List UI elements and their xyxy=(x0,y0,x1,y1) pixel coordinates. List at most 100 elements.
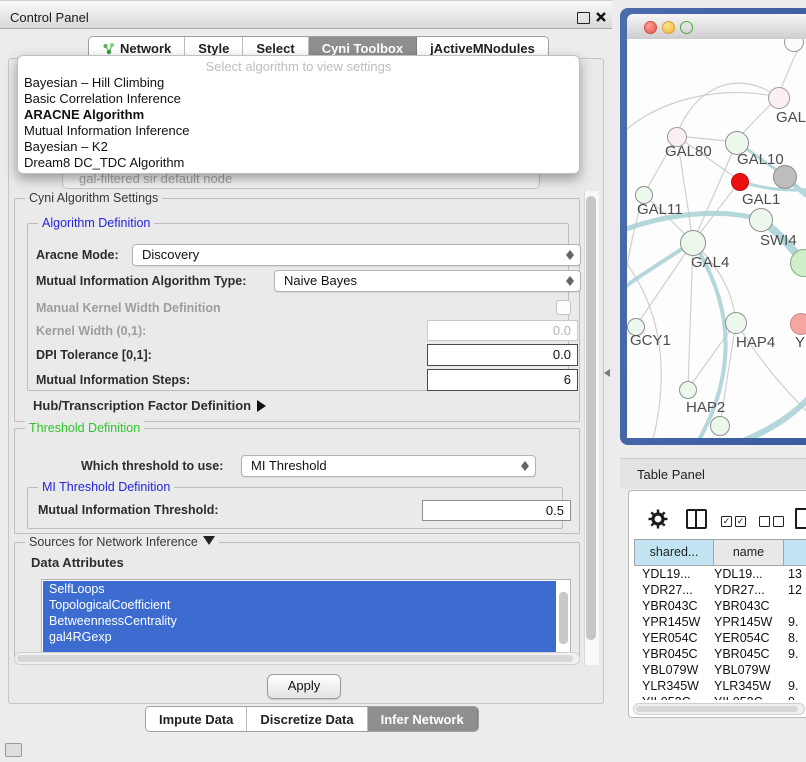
table-row[interactable]: YDR27...YDR27...12 xyxy=(629,582,806,598)
column-header-shared-name[interactable]: shared... xyxy=(634,539,714,566)
tab-infer-network[interactable]: Infer Network xyxy=(368,707,478,731)
table-rows: YDL19...YDL19...13 YDR27...YDR27...12 YB… xyxy=(629,566,806,700)
aracne-mode-combo[interactable]: Discovery xyxy=(132,244,581,266)
algorithm-dropdown-popup: Select algorithm to view settings Bayesi… xyxy=(17,55,580,174)
tab-label: Infer Network xyxy=(381,712,464,727)
algorithm-option-selected[interactable]: ARACNE Algorithm xyxy=(22,107,574,123)
mi-threshold-value: 0.5 xyxy=(546,503,564,518)
table-row[interactable]: YLR345WYLR345W9. xyxy=(629,678,806,694)
group-title: Threshold Definition xyxy=(25,421,144,435)
traffic-light-minimize-icon[interactable] xyxy=(662,21,675,34)
expanded-arrow-icon[interactable] xyxy=(203,536,215,545)
table-panel-title: Table Panel xyxy=(637,467,705,482)
table-row[interactable]: YBR045CYBR045C9. xyxy=(629,646,806,662)
network-node-gal1[interactable] xyxy=(731,173,749,191)
tab-discretize-data[interactable]: Discretize Data xyxy=(247,707,367,731)
column-header-name[interactable]: name xyxy=(713,539,784,566)
which-threshold-combo[interactable]: MI Threshold xyxy=(241,455,536,477)
list-vscrollbar-thumb[interactable] xyxy=(559,592,568,644)
settings-vscrollbar-thumb[interactable] xyxy=(586,196,596,640)
tab-label: Style xyxy=(198,41,229,56)
stepper-icon xyxy=(564,245,575,265)
network-node-swi4[interactable] xyxy=(749,208,773,232)
kernel-width-input[interactable]: 0.0 xyxy=(427,320,578,341)
tab-label: Discretize Data xyxy=(260,712,353,727)
network-node[interactable] xyxy=(710,416,730,436)
algorithm-option[interactable]: Bayesian – Hill Climbing xyxy=(22,75,574,91)
gear-icon[interactable] xyxy=(648,509,668,529)
tab-label: Select xyxy=(256,41,294,56)
network-node-hap2[interactable] xyxy=(679,381,697,399)
dpi-tolerance-input[interactable]: 0.0 xyxy=(427,344,578,366)
node-label: GAL xyxy=(776,109,806,126)
stepper-icon xyxy=(564,271,575,291)
network-canvas[interactable]: GAL GAL80 GAL10 GAL1 GAL11 SWI4 GAL4 GCY… xyxy=(627,39,806,438)
traffic-light-close-icon[interactable] xyxy=(644,21,657,34)
float-window-icon[interactable] xyxy=(577,12,590,24)
table-row[interactable]: YPR145WYPR145W9. xyxy=(629,614,806,630)
dpi-tolerance-value: 0.0 xyxy=(553,347,571,362)
algorithm-option[interactable]: Basic Correlation Inference xyxy=(22,91,574,107)
tab-label: Cyni Toolbox xyxy=(322,41,403,56)
which-threshold-label: Which threshold to use: xyxy=(81,459,223,473)
threshold-definition-group: Threshold Definition Which threshold to … xyxy=(14,428,580,534)
network-node[interactable] xyxy=(773,165,797,189)
aracne-mode-value: Discovery xyxy=(142,247,199,262)
export-table-icon[interactable] xyxy=(795,508,806,529)
close-icon[interactable] xyxy=(595,11,607,23)
attribute-item-selected[interactable]: BetweennessCentrality xyxy=(43,613,556,629)
split-view-icon[interactable] xyxy=(686,509,707,529)
window-grip-icon[interactable] xyxy=(5,743,22,757)
dpi-tolerance-label: DPI Tolerance [0,1]: xyxy=(36,348,152,362)
table-hscrollbar-track[interactable] xyxy=(633,703,805,715)
settings-hscrollbar-thumb[interactable] xyxy=(17,655,573,662)
node-label: HAP2 xyxy=(686,399,725,416)
algorithm-definition-group: Algorithm Definition Aracne Mode: Discov… xyxy=(27,223,569,391)
algorithm-option[interactable]: Mutual Information Inference xyxy=(22,123,574,139)
table-row[interactable]: YBR043CYBR043C xyxy=(629,598,806,614)
node-label: GAL11 xyxy=(637,201,683,218)
network-node[interactable] xyxy=(790,313,806,335)
manual-kernel-label: Manual Kernel Width Definition xyxy=(36,301,221,315)
table-hscrollbar-thumb[interactable] xyxy=(636,706,798,712)
traffic-light-zoom-icon[interactable] xyxy=(680,21,693,34)
table-row[interactable]: YBL079WYBL079W xyxy=(629,662,806,678)
network-node-hap4[interactable] xyxy=(725,312,747,334)
attribute-item-selected[interactable]: SelfLoops xyxy=(43,581,556,597)
manual-kernel-checkbox[interactable] xyxy=(556,300,571,315)
settings-hscrollbar-track[interactable] xyxy=(14,652,580,665)
network-node[interactable] xyxy=(768,87,790,109)
network-window-titlebar[interactable] xyxy=(627,14,806,40)
group-title: Algorithm Definition xyxy=(38,216,154,230)
mi-threshold-group: MI Threshold Definition Mutual Informati… xyxy=(27,487,563,529)
table-panel: ✓✓ shared... name YDL19...YDL19...13 YDR… xyxy=(628,490,806,718)
panel-sash-arrow-icon[interactable] xyxy=(604,369,610,377)
algorithm-option[interactable]: Dream8 DC_TDC Algorithm xyxy=(22,155,574,171)
table-row[interactable]: YIL052CYIL052C9 xyxy=(629,694,806,700)
attribute-item-selected[interactable]: gal4RGexp xyxy=(43,629,556,645)
network-node-gal4[interactable] xyxy=(680,230,706,256)
hub-definition-label: Hub/Transcription Factor Definition xyxy=(33,398,251,413)
mi-steps-input[interactable]: 6 xyxy=(427,369,578,391)
tab-impute-data[interactable]: Impute Data xyxy=(146,707,247,731)
mi-threshold-label: Mutual Information Threshold: xyxy=(38,503,219,517)
mi-steps-label: Mutual Information Steps: xyxy=(36,373,190,387)
table-row[interactable]: YDL19...YDL19...13 xyxy=(629,566,806,582)
mi-threshold-input[interactable]: 0.5 xyxy=(422,500,571,521)
node-label: GAL80 xyxy=(665,143,712,160)
attribute-item-selected[interactable]: TopologicalCoefficient xyxy=(43,597,556,613)
apply-button[interactable]: Apply xyxy=(267,674,341,699)
algorithm-option[interactable]: Bayesian – K2 xyxy=(22,139,574,155)
table-row[interactable]: YER054CYER054C8. xyxy=(629,630,806,646)
deselect-all-columns-icon[interactable] xyxy=(759,513,787,531)
select-all-columns-icon[interactable]: ✓✓ xyxy=(721,513,749,531)
data-attributes-list: SelfLoops TopologicalCoefficient Between… xyxy=(41,579,571,655)
column-header-clipped[interactable] xyxy=(783,539,806,566)
control-panel-title: Control Panel xyxy=(10,10,89,25)
node-label: GAL4 xyxy=(691,254,729,271)
mi-type-combo[interactable]: Naive Bayes xyxy=(274,270,581,292)
node-label: GAL10 xyxy=(737,151,784,168)
hub-definition-expander[interactable]: Hub/Transcription Factor Definition xyxy=(33,398,266,413)
stepper-icon xyxy=(519,456,530,476)
aracne-mode-label: Aracne Mode: xyxy=(36,248,119,262)
